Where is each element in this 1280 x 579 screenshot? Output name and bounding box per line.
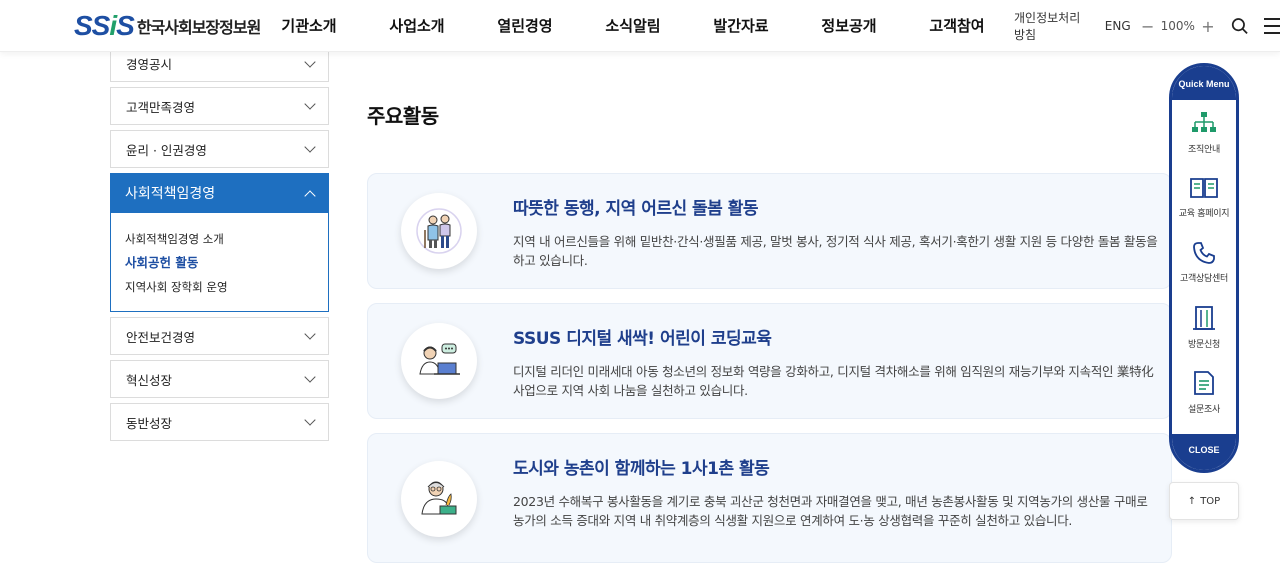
card-title: 도시와 농촌이 함께하는 1사1촌 활동 bbox=[513, 459, 770, 479]
sidebar-item-customer-satisfaction[interactable]: 고객만족경영 bbox=[110, 87, 329, 125]
activity-card: 따뜻한 동행, 지역 어르신 돌봄 활동 지역 내 어르신들을 위해 밑반찬·간… bbox=[367, 173, 1172, 289]
search-icon[interactable] bbox=[1231, 16, 1248, 36]
chevron-down-icon bbox=[304, 371, 316, 383]
nav-item-disclosure[interactable]: 정보공개 bbox=[795, 0, 903, 52]
coding-teacher-icon bbox=[401, 323, 477, 399]
sidebar-item-label: 동반성장 bbox=[126, 415, 173, 431]
logo-mark-mid: i bbox=[109, 10, 117, 41]
nav-item-publications[interactable]: 발간자료 bbox=[687, 0, 795, 52]
scroll-top-label: TOP bbox=[1200, 495, 1221, 507]
nav-item-about[interactable]: 기관소개 bbox=[255, 0, 363, 52]
logo-mark-right: S bbox=[116, 10, 135, 41]
sidebar-item-social-responsibility[interactable]: 사회적책임경영 bbox=[110, 173, 329, 213]
language-link[interactable]: ENG bbox=[1105, 19, 1131, 33]
scroll-top-button[interactable]: ↑ TOP bbox=[1169, 482, 1239, 520]
chevron-down-icon bbox=[304, 328, 316, 340]
card-title: SSUS 디지털 새싹! 어린이 코딩교육 bbox=[513, 329, 772, 349]
sidebar-item-label: 윤리 · 인권경영 bbox=[126, 142, 207, 158]
zoom-out-button[interactable]: − bbox=[1141, 17, 1155, 36]
sidebar-item-label: 혁신성장 bbox=[126, 372, 173, 388]
sidebar-submenu: 사회적책임경영 소개 사회공헌 활동 지역사회 장학회 운영 bbox=[110, 213, 329, 312]
farmer-icon bbox=[401, 461, 477, 537]
zoom-control: − 100% + bbox=[1141, 17, 1215, 36]
logo[interactable]: SS i S 한국사회보장정보원 bbox=[74, 10, 261, 42]
activity-card: 도시와 농촌이 함께하는 1사1촌 활동 2023년 수해복구 봉사활동을 계기… bbox=[367, 433, 1172, 563]
logo-mark-left: SS bbox=[74, 10, 110, 41]
nav-item-open-management[interactable]: 열린경영 bbox=[471, 0, 579, 52]
building-icon bbox=[1193, 306, 1215, 330]
quick-menu-title: Quick Menu bbox=[1172, 66, 1236, 100]
chevron-down-icon bbox=[304, 55, 316, 68]
quick-menu-item-visit[interactable]: 방문신청 bbox=[1172, 295, 1236, 360]
elderly-couple-icon bbox=[401, 193, 477, 269]
quick-menu-close-button[interactable]: CLOSE bbox=[1172, 434, 1236, 470]
sidebar-item-shared-growth[interactable]: 동반성장 bbox=[110, 403, 329, 441]
quick-menu-item-organization[interactable]: 조직안내 bbox=[1172, 100, 1236, 165]
submenu-item-intro[interactable]: 사회적책임경영 소개 bbox=[125, 227, 314, 251]
zoom-in-button[interactable]: + bbox=[1201, 17, 1215, 36]
document-icon bbox=[1194, 371, 1214, 395]
quick-menu-label: 고객상담센터 bbox=[1180, 274, 1228, 284]
main-nav: 기관소개 사업소개 열린경영 소식알림 발간자료 정보공개 고객참여 bbox=[255, 0, 1011, 52]
sidebar-item-ethics[interactable]: 윤리 · 인권경영 bbox=[110, 130, 329, 168]
book-icon bbox=[1190, 178, 1218, 198]
nav-item-news[interactable]: 소식알림 bbox=[579, 0, 687, 52]
chevron-down-icon bbox=[304, 98, 316, 110]
nav-item-business[interactable]: 사업소개 bbox=[363, 0, 471, 52]
quick-menu-label: 설문조사 bbox=[1188, 405, 1220, 415]
submenu-item-scholarship[interactable]: 지역사회 장학회 운영 bbox=[125, 275, 314, 299]
sidebar-item-safety[interactable]: 안전보건경영 bbox=[110, 317, 329, 355]
privacy-policy-link[interactable]: 개인정보처리방침 bbox=[1014, 9, 1091, 43]
chevron-up-icon bbox=[304, 189, 316, 202]
quick-menu: Quick Menu 조직안내 교육 홈페이지 고객상담센터 방문신청 설문조사… bbox=[1169, 63, 1239, 473]
card-description: 디지털 리더인 미래세대 아동 청소년의 정보화 역량을 강화하고, 디지털 격… bbox=[513, 364, 1154, 398]
phone-icon bbox=[1193, 242, 1215, 264]
arrow-up-icon: ↑ bbox=[1187, 495, 1197, 507]
sidebar-item-label: 고객만족경영 bbox=[126, 99, 196, 115]
hamburger-menu-icon[interactable] bbox=[1264, 18, 1280, 34]
card-description: 2023년 수해복구 봉사활동을 계기로 충북 괴산군 청천면과 자매결연을 맺… bbox=[513, 494, 1148, 528]
quick-menu-item-customer-center[interactable]: 고객상담센터 bbox=[1172, 230, 1236, 295]
sidebar-item-innovation[interactable]: 혁신성장 bbox=[110, 360, 329, 398]
chevron-down-icon bbox=[304, 141, 316, 153]
quick-menu-item-survey[interactable]: 설문조사 bbox=[1172, 360, 1236, 425]
quick-menu-label: 조직안내 bbox=[1188, 145, 1220, 155]
card-title: 따뜻한 동행, 지역 어르신 돌봄 활동 bbox=[513, 199, 759, 219]
sidebar: 경영공시 고객만족경영 윤리 · 인권경영 사회적책임경영 사회적책임경영 소개… bbox=[110, 46, 329, 446]
quick-menu-label: 방문신청 bbox=[1188, 340, 1220, 350]
activity-card: SSUS 디지털 새싹! 어린이 코딩교육 디지털 리더인 미래세대 아동 청소… bbox=[367, 303, 1172, 419]
zoom-level: 100% bbox=[1160, 19, 1195, 33]
chevron-down-icon bbox=[304, 414, 316, 426]
card-description: 지역 내 어르신들을 위해 밑반찬·간식·생필품 제공, 말벗 봉사, 정기적 … bbox=[513, 234, 1158, 268]
quick-menu-item-education[interactable]: 교육 홈페이지 bbox=[1172, 165, 1236, 230]
sidebar-item-label: 사회적책임경영 bbox=[125, 186, 216, 202]
submenu-item-social-contribution[interactable]: 사회공헌 활동 bbox=[125, 251, 314, 275]
logo-mark: SS i S bbox=[74, 10, 135, 42]
header: SS i S 한국사회보장정보원 기관소개 사업소개 열린경영 소식알림 발간자료 … bbox=[0, 0, 1280, 52]
org-chart-icon bbox=[1192, 112, 1216, 132]
sidebar-item-label: 안전보건경영 bbox=[126, 329, 196, 345]
page-title: 주요활동 bbox=[367, 104, 439, 128]
sidebar-item-label: 경영공시 bbox=[126, 57, 173, 72]
quick-menu-label: 교육 홈페이지 bbox=[1178, 209, 1230, 219]
utility-bar: 개인정보처리방침 ENG − 100% + bbox=[1014, 0, 1280, 52]
nav-item-participation[interactable]: 고객참여 bbox=[903, 0, 1011, 52]
brand-name: 한국사회보장정보원 bbox=[136, 18, 261, 37]
